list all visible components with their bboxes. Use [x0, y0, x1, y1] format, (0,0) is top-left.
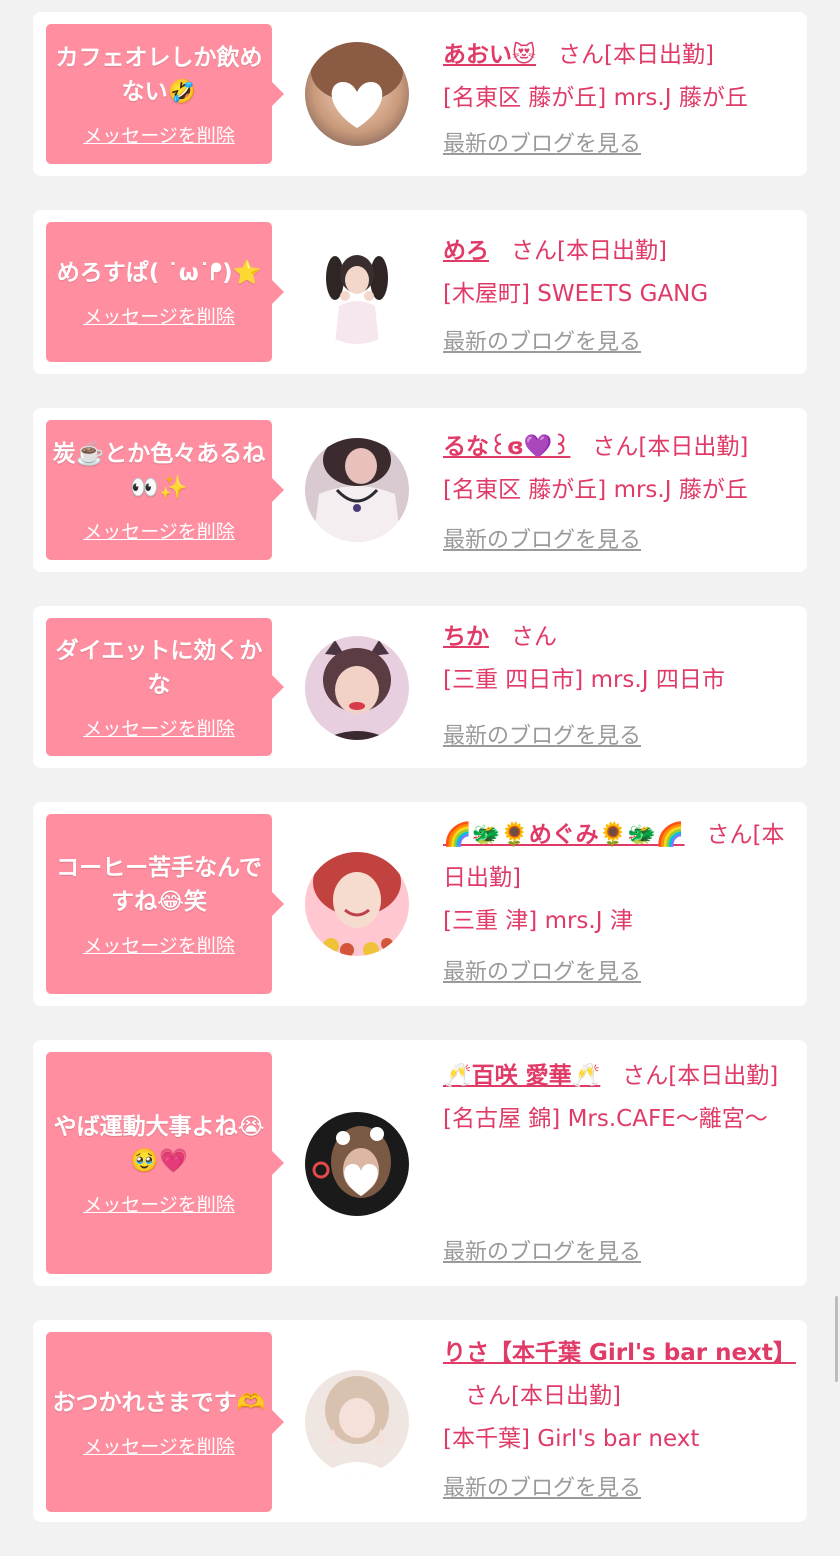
message-card: カフェオレしか飲めない🤣 メッセージを削除 あおい😻 さん[本日出勤] [名東区 藤が丘… — [33, 12, 807, 176]
message-text: やば運動大事よね😭🥹💗 — [53, 1113, 265, 1174]
girl-name-link[interactable]: 🌈🐲🌻めぐみ🌻🐲🌈 — [443, 822, 685, 848]
honorific: さん — [706, 822, 753, 848]
profile-info: りさ【本千葉 Girl's bar next】さん[本日出勤] [本千葉] Gir… — [443, 1332, 796, 1461]
message-card: コーヒー苦手なんですね😂笑 メッセージを削除 🌈🐲🌻めぐみ🌻🐲🌈 さん[本日出勤] [三… — [33, 802, 807, 1006]
message-text: コーヒー苦手なんですね😂笑 — [56, 854, 262, 915]
shop-name: [木屋町] SWEETS GANG — [443, 281, 709, 307]
honorific: さん — [511, 624, 557, 650]
name-line: りさ【本千葉 Girl's bar next】さん[本日出勤] — [443, 1332, 796, 1418]
delete-message-link[interactable]: メッセージを削除 — [83, 931, 235, 958]
avatar[interactable] — [305, 438, 409, 542]
name-line: めろ さん[本日出勤] — [443, 230, 795, 273]
avatar[interactable] — [305, 1112, 409, 1216]
girl-name-link[interactable]: るな꒰ɞ💜꒱ — [443, 434, 570, 460]
honorific: さん — [465, 1383, 511, 1409]
name-line: 🌈🐲🌻めぐみ🌻🐲🌈 さん[本日出勤] — [443, 814, 795, 900]
delete-message-link[interactable]: メッセージを削除 — [83, 714, 235, 741]
girl-name-link[interactable]: りさ【本千葉 Girl's bar next】 — [443, 1340, 796, 1366]
smiling-woman-avatar-icon — [305, 852, 409, 956]
message-bubble: おつかれさまです🫶 メッセージを削除 — [46, 1332, 284, 1512]
scrollbar[interactable] — [835, 1296, 838, 1382]
lace-dress-avatar-icon — [305, 438, 409, 542]
honorific: さん — [622, 1063, 669, 1089]
girl-name-link[interactable]: 🥂百咲 愛華🥂 — [443, 1063, 600, 1089]
latest-blog-link[interactable]: 最新のブログを見る — [443, 126, 641, 158]
profile-info: ちか さん [三重 四日市] mrs.J 四日市 — [443, 616, 795, 702]
status-text: [本日出勤] — [511, 1383, 621, 1409]
shop-name: [名古屋 錦] Mrs.CAFE～離宮～ — [443, 1106, 768, 1132]
message-text: ダイエットに効くかな — [55, 637, 263, 698]
name-line: ちか さん — [443, 616, 795, 659]
status-text: [本日出勤] — [638, 434, 749, 460]
delete-message-link[interactable]: メッセージを削除 — [83, 121, 235, 148]
message-text: 炭☕️とか色々あるね👀✨ — [52, 440, 266, 501]
avatar[interactable] — [305, 240, 409, 344]
profile-info: 🌈🐲🌻めぐみ🌻🐲🌈 さん[本日出勤] [三重 津] mrs.J 津 — [443, 814, 795, 943]
girl-name-link[interactable]: ちか — [443, 624, 489, 650]
honorific: さん — [557, 42, 604, 68]
message-bubble: やば運動大事よね😭🥹💗 メッセージを削除 — [46, 1052, 284, 1274]
honorific: さん — [511, 238, 557, 264]
message-text: めろすぱ( ˙ω˙ᖰ)⭐️ — [56, 259, 262, 286]
message-card: めろすぱ( ˙ω˙ᖰ)⭐️ メッセージを削除 めろ さん[本日出勤] [木屋町] SWE… — [33, 210, 807, 374]
profile-info: るな꒰ɞ💜꒱ さん[本日出勤] [名東区 藤が丘] mrs.J 藤が丘 — [443, 426, 795, 512]
message-text: おつかれさまです🫶 — [52, 1389, 266, 1416]
message-card: おつかれさまです🫶 メッセージを削除 りさ【本千葉 Girl's bar next】… — [33, 1320, 807, 1522]
profile-info: あおい😻 さん[本日出勤] [名東区 藤が丘] mrs.J 藤が丘 — [443, 34, 795, 120]
latest-blog-link[interactable]: 最新のブログを見る — [443, 1234, 641, 1266]
shop-name: [本千葉] Girl's bar next — [443, 1426, 700, 1452]
name-line: るな꒰ɞ💜꒱ さん[本日出勤] — [443, 426, 795, 469]
blurred-heart-avatar-icon — [305, 42, 409, 146]
profile-info: めろ さん[本日出勤] [木屋町] SWEETS GANG — [443, 230, 795, 316]
name-line: 🥂百咲 愛華🥂 さん[本日出勤] — [443, 1055, 795, 1098]
avatar[interactable] — [305, 1370, 409, 1474]
cat-ear-avatar-icon — [305, 636, 409, 740]
message-bubble: ダイエットに効くかなメッセージを削除 — [46, 618, 284, 756]
status-text: [本日出勤] — [668, 1063, 779, 1089]
pigtail-girl-avatar-icon — [305, 240, 409, 344]
delete-message-link[interactable]: メッセージを削除 — [83, 302, 235, 329]
status-text: [本日出勤] — [603, 42, 714, 68]
latest-blog-link[interactable]: 最新のブログを見る — [443, 522, 641, 554]
shop-name: [名東区 藤が丘] mrs.J 藤が丘 — [443, 85, 748, 111]
delete-message-link[interactable]: メッセージを削除 — [83, 1432, 235, 1459]
honorific: さん — [592, 434, 639, 460]
message-bubble: めろすぱ( ˙ω˙ᖰ)⭐️ メッセージを削除 — [46, 222, 284, 362]
message-bubble: 炭☕️とか色々あるね👀✨ メッセージを削除 — [46, 420, 284, 560]
avatar[interactable] — [305, 852, 409, 956]
avatar[interactable] — [305, 42, 409, 146]
message-bubble: コーヒー苦手なんですね😂笑メッセージを削除 — [46, 814, 284, 994]
latest-blog-link[interactable]: 最新のブログを見る — [443, 324, 641, 356]
girl-name-link[interactable]: めろ — [443, 238, 489, 264]
message-card: 炭☕️とか色々あるね👀✨ メッセージを削除 るな꒰ɞ💜꒱ さん[本日出勤] [名東区 藤… — [33, 408, 807, 572]
status-text: [本日出勤] — [557, 238, 667, 264]
bow-filter-avatar-icon — [305, 1112, 409, 1216]
name-line: あおい😻 さん[本日出勤] — [443, 34, 795, 77]
avatar[interactable] — [305, 636, 409, 740]
shop-name: [三重 津] mrs.J 津 — [443, 908, 633, 934]
latest-blog-link[interactable]: 最新のブログを見る — [443, 1470, 641, 1502]
message-list: カフェオレしか飲めない🤣 メッセージを削除 あおい😻 さん[本日出勤] [名東区 藤が丘… — [33, 12, 807, 1556]
delete-message-link[interactable]: メッセージを削除 — [83, 1190, 235, 1217]
message-bubble: カフェオレしか飲めない🤣 メッセージを削除 — [46, 24, 284, 164]
profile-info: 🥂百咲 愛華🥂 さん[本日出勤] [名古屋 錦] Mrs.CAFE～離宮～ — [443, 1055, 795, 1141]
delete-message-link[interactable]: メッセージを削除 — [83, 517, 235, 544]
peace-sign-avatar-icon — [305, 1370, 409, 1474]
message-card: やば運動大事よね😭🥹💗 メッセージを削除 🥂百咲 愛華🥂 さん[本日出勤] [名古屋 錦… — [33, 1040, 807, 1286]
shop-name: [三重 四日市] mrs.J 四日市 — [443, 667, 725, 693]
message-text: カフェオレしか飲めない🤣 — [55, 44, 263, 105]
latest-blog-link[interactable]: 最新のブログを見る — [443, 954, 641, 986]
shop-name: [名東区 藤が丘] mrs.J 藤が丘 — [443, 477, 748, 503]
latest-blog-link[interactable]: 最新のブログを見る — [443, 718, 641, 750]
message-card: ダイエットに効くかなメッセージを削除 ちか さん [三重 四日市] mrs.J 四日市… — [33, 606, 807, 768]
girl-name-link[interactable]: あおい😻 — [443, 42, 536, 68]
